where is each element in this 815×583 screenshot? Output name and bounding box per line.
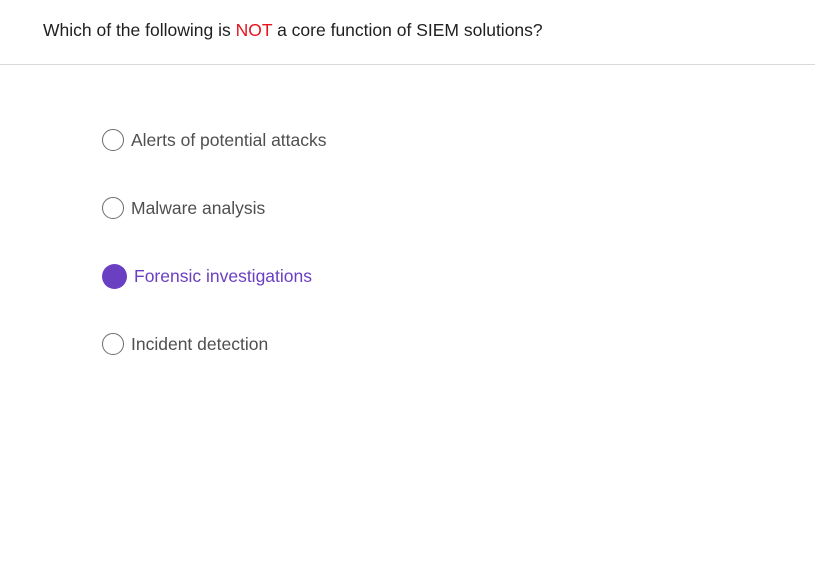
question-suffix: a core function of SIEM solutions? [272,20,543,40]
question-emphasis: NOT [235,20,273,40]
option-alerts-of-potential-attacks[interactable]: Alerts of potential attacks [102,127,327,153]
radio-button-selected[interactable] [102,263,127,289]
question-prefix: Which of the following is [43,20,236,40]
radio-button[interactable] [102,197,124,219]
option-malware-analysis[interactable]: Malware analysis [102,195,265,221]
option-label: Incident detection [131,333,269,354]
option-label: Alerts of potential attacks [131,129,327,150]
option-forensic-investigations[interactable]: Forensic investigations [102,263,312,289]
radio-button[interactable] [102,129,124,151]
question-header: Which of the following is NOT a core fun… [0,0,815,65]
option-label: Forensic investigations [134,265,312,286]
option-label: Malware analysis [131,197,266,218]
option-incident-detection[interactable]: Incident detection [102,331,268,357]
question-text: Which of the following is NOT a core fun… [43,20,543,41]
radio-button[interactable] [102,333,124,355]
